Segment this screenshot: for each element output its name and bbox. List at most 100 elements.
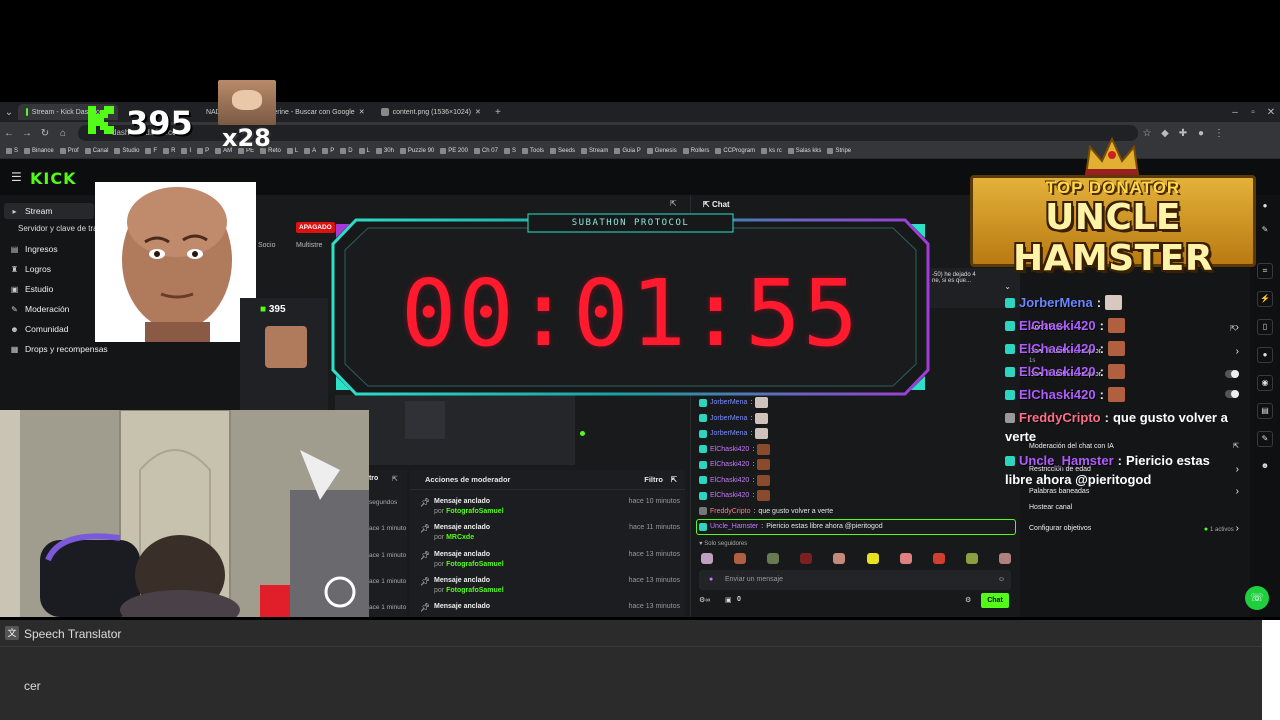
emote-icon[interactable] <box>800 553 813 564</box>
popout-icon[interactable]: ⇱ <box>703 200 712 209</box>
tab-menu-icon[interactable]: ⌄ <box>0 107 18 118</box>
chat-tools-icon[interactable]: ⚙∞ <box>699 596 710 604</box>
mod-user-link[interactable]: MRCxde <box>446 534 474 541</box>
support-chat-icon[interactable]: ☏ <box>1245 586 1269 610</box>
chat-send-button[interactable]: Chat <box>981 593 1009 608</box>
emote-icon[interactable] <box>998 553 1011 564</box>
chat-username[interactable]: Uncle_Hamster <box>710 523 758 530</box>
sidebar-item-comunidad[interactable]: ☻ Comunidad <box>10 324 68 334</box>
tab-multistream[interactable]: Multistre <box>296 242 322 249</box>
emote-icon[interactable] <box>899 553 912 564</box>
hamburger-menu-icon[interactable]: ☰ <box>11 170 22 184</box>
bookmark-item[interactable]: R <box>163 148 175 154</box>
emote-icon[interactable] <box>701 553 713 564</box>
bookmark-item[interactable]: 30h <box>375 148 394 154</box>
setting-row[interactable]: Configurar objetivos ● 1 activos › <box>1029 523 1239 534</box>
kick-logo[interactable]: KICK <box>30 169 77 188</box>
bookmark-item[interactable]: Ch 07 <box>473 148 498 154</box>
emote-icon[interactable] <box>833 553 846 564</box>
bookmark-item[interactable]: ks rc <box>761 148 782 154</box>
chat-username[interactable]: ElChaski420 <box>710 477 749 484</box>
popout-icon[interactable]: ⇱ <box>392 475 398 483</box>
microphone-icon[interactable]: ● <box>709 570 713 590</box>
emote-icon[interactable] <box>965 553 978 564</box>
chat-username[interactable]: JorberMena <box>710 430 747 437</box>
bookmark-item[interactable]: Genesis <box>646 148 677 154</box>
mod-user-link[interactable]: FotografoSamuel <box>446 587 504 594</box>
chevron-down-icon[interactable]: ⌄ <box>1004 282 1011 291</box>
crop-icon[interactable]: ⌗ <box>1257 263 1273 279</box>
emoji-picker-icon[interactable]: ☺ <box>998 570 1005 590</box>
bookmark-item[interactable]: S <box>6 148 18 154</box>
emote-icon[interactable] <box>767 553 780 564</box>
mod-user-link[interactable]: FotografoSamuel <box>446 508 504 515</box>
toggle-switch[interactable] <box>1225 370 1239 378</box>
bookmark-item[interactable]: Stream <box>581 148 608 154</box>
users-icon[interactable]: ☻ <box>1257 459 1273 475</box>
chat-username[interactable]: FreddyCripto <box>710 508 750 515</box>
edit-icon[interactable]: ✎ <box>1257 223 1273 239</box>
broadcast-icon[interactable]: ◉ <box>1257 375 1273 391</box>
sidebar-item-logros[interactable]: ♜ Logros <box>10 264 51 274</box>
tab-socio[interactable]: Socio <box>258 242 276 249</box>
chat-username[interactable]: ElChaski420 <box>710 461 749 468</box>
bookmark-item[interactable]: I <box>181 148 191 154</box>
bookmark-item[interactable]: Canal <box>84 148 108 154</box>
popout-icon[interactable]: ⇱ <box>671 470 677 490</box>
sidebar-item-stream[interactable]: ▸ Stream <box>4 203 94 219</box>
chat-settings-icon[interactable]: ⚙ <box>965 596 971 604</box>
bookmark-item[interactable]: Binance <box>24 148 54 154</box>
minimize-icon[interactable]: – <box>1226 107 1244 118</box>
bookmark-item[interactable]: CCProgram <box>715 148 755 154</box>
home-icon[interactable]: ⌂ <box>54 128 72 139</box>
popout-icon[interactable]: ⇱ <box>670 199 677 208</box>
setting-row[interactable]: Hostear canal <box>1029 504 1239 511</box>
bookmark-item[interactable]: P <box>322 148 334 154</box>
chat-username[interactable]: ElChaski420 <box>710 446 749 453</box>
doc-icon[interactable]: ▯ <box>1257 319 1273 335</box>
info-icon[interactable]: ● <box>1257 199 1273 215</box>
setting-row[interactable]: Palabras baneadas › <box>1029 486 1239 497</box>
tab-content-png[interactable]: content.png (1536×1024) ✕ <box>373 104 489 120</box>
setting-row[interactable]: Moderación del chat con IA ⇱ <box>1029 442 1239 451</box>
new-tab-icon[interactable]: + <box>489 107 507 118</box>
bookmark-item[interactable]: Stripe <box>827 148 851 154</box>
back-icon[interactable]: ← <box>0 128 18 139</box>
popout-icon[interactable]: ⇱ <box>1230 324 1237 333</box>
sidebar-item-estudio[interactable]: ▣ Estudio <box>10 284 54 294</box>
bookmark-item[interactable]: L <box>358 148 370 154</box>
close-icon[interactable]: ✕ <box>475 108 481 116</box>
maximize-icon[interactable]: ▫ <box>1244 107 1262 118</box>
emote-icon[interactable] <box>932 553 945 564</box>
bookmark-item[interactable]: Rollers <box>682 148 709 154</box>
emote-icon[interactable] <box>866 553 879 564</box>
emote-icon[interactable] <box>734 553 747 564</box>
chat-username[interactable]: JorberMena <box>710 415 747 422</box>
forward-icon[interactable]: → <box>18 128 36 139</box>
reload-icon[interactable]: ↻ <box>36 128 54 139</box>
sidebar-item-moderacion[interactable]: ✎ Moderación <box>10 304 69 314</box>
bookmark-item[interactable]: PE 200 <box>440 148 468 154</box>
sidebar-item-ingresos[interactable]: ▤ Ingresos <box>10 244 58 254</box>
mod-user-link[interactable]: FotografoSamuel <box>446 561 504 568</box>
bookmark-item[interactable]: P <box>197 148 209 154</box>
chat-bubble-icon[interactable]: ● <box>1257 347 1273 363</box>
bookmark-item[interactable]: Tools <box>521 148 544 154</box>
bookmark-item[interactable]: Studio <box>114 148 139 154</box>
chat-username[interactable]: ElChaski420 <box>710 492 749 499</box>
sidebar-item-drops[interactable]: ▦ Drops y recompensas <box>10 344 108 354</box>
bookmark-item[interactable]: S <box>503 148 516 154</box>
bookmark-item[interactable]: Seeds <box>550 148 575 154</box>
save-icon[interactable]: ▤ <box>1257 403 1273 419</box>
bookmark-item[interactable]: Salas kks <box>787 148 821 154</box>
bolt-icon[interactable]: ⚡ <box>1257 291 1273 307</box>
bookmark-item[interactable]: F <box>145 148 157 154</box>
bookmark-item[interactable]: Prof <box>59 148 79 154</box>
bookmark-item[interactable]: Puzzle 90 <box>399 148 434 154</box>
toggle-switch[interactable] <box>1225 390 1239 398</box>
filter-button[interactable]: Filtro <box>644 470 663 490</box>
bookmark-item[interactable]: L <box>286 148 298 154</box>
wrench-icon[interactable]: ✎ <box>1257 431 1273 447</box>
close-window-icon[interactable]: ✕ <box>1262 107 1280 118</box>
chat-message-input[interactable]: ● Enviar un mensaje ☺ <box>699 570 1011 590</box>
